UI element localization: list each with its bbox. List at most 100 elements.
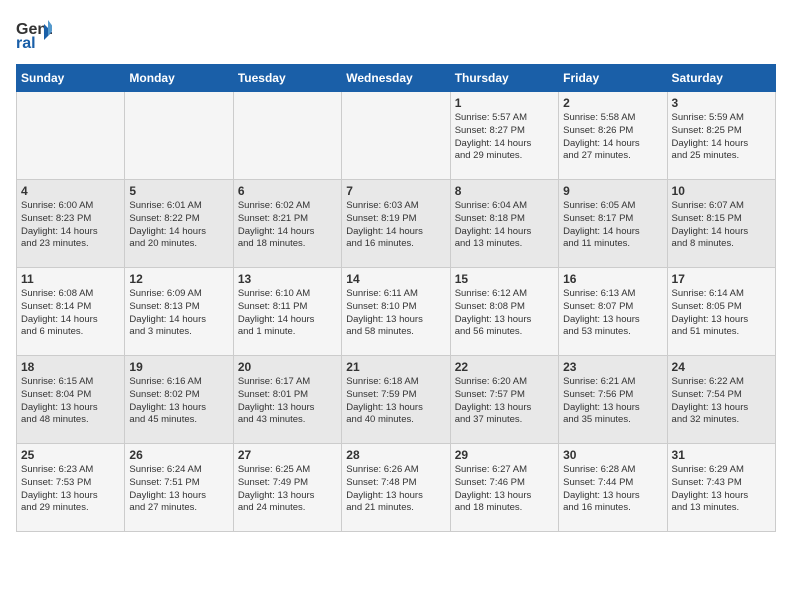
day-info: Sunrise: 5:59 AM Sunset: 8:25 PM Dayligh…: [672, 112, 771, 163]
calendar-cell: 9 Sunrise: 6:05 AM Sunset: 8:17 PM Daylig…: [559, 180, 667, 268]
day-number: 16: [563, 272, 662, 286]
day-info: Sunrise: 6:17 AM Sunset: 8:01 PM Dayligh…: [238, 376, 337, 427]
day-number: 22: [455, 360, 554, 374]
day-number: 12: [129, 272, 228, 286]
day-number: 30: [563, 448, 662, 462]
calendar-cell: 8 Sunrise: 6:04 AM Sunset: 8:18 PM Daylig…: [450, 180, 558, 268]
day-number: 17: [672, 272, 771, 286]
calendar-cell: 1 Sunrise: 5:57 AM Sunset: 8:27 PM Daylig…: [450, 92, 558, 180]
day-number: 21: [346, 360, 445, 374]
day-info: Sunrise: 6:09 AM Sunset: 8:13 PM Dayligh…: [129, 288, 228, 339]
calendar-cell: 4Sunrise: 6:00 AM Sunset: 8:23 PM Daylig…: [17, 180, 125, 268]
day-of-week-header: Thursday: [450, 65, 558, 92]
day-info: Sunrise: 5:58 AM Sunset: 8:26 PM Dayligh…: [563, 112, 662, 163]
logo-icon: Gene ral: [16, 16, 52, 52]
day-info: Sunrise: 6:12 AM Sunset: 8:08 PM Dayligh…: [455, 288, 554, 339]
day-info: Sunrise: 6:03 AM Sunset: 8:19 PM Dayligh…: [346, 200, 445, 251]
day-number: 31: [672, 448, 771, 462]
calendar-cell: 25 Sunrise: 6:23 AM Sunset: 7:53 PM Dayli…: [17, 444, 125, 532]
calendar-cell: 6 Sunrise: 6:02 AM Sunset: 8:21 PM Daylig…: [233, 180, 341, 268]
day-number: 10: [672, 184, 771, 198]
calendar-cell: 21Sunrise: 6:18 AM Sunset: 7:59 PM Dayli…: [342, 356, 450, 444]
day-info: Sunrise: 6:08 AM Sunset: 8:14 PM Dayligh…: [21, 288, 120, 339]
day-of-week-header: Saturday: [667, 65, 775, 92]
day-info: Sunrise: 6:22 AM Sunset: 7:54 PM Dayligh…: [672, 376, 771, 427]
day-number: 14: [346, 272, 445, 286]
day-info: Sunrise: 6:01 AM Sunset: 8:22 PM Dayligh…: [129, 200, 228, 251]
day-of-week-header: Friday: [559, 65, 667, 92]
calendar-cell: 23 Sunrise: 6:21 AM Sunset: 7:56 PM Dayli…: [559, 356, 667, 444]
day-number: 20: [238, 360, 337, 374]
day-info: Sunrise: 6:11 AM Sunset: 8:10 PM Dayligh…: [346, 288, 445, 339]
calendar-cell: [125, 92, 233, 180]
day-of-week-header: Sunday: [17, 65, 125, 92]
calendar-cell: [342, 92, 450, 180]
calendar-cell: 14 Sunrise: 6:11 AM Sunset: 8:10 PM Dayli…: [342, 268, 450, 356]
day-info: Sunrise: 6:20 AM Sunset: 7:57 PM Dayligh…: [455, 376, 554, 427]
day-info: Sunrise: 6:16 AM Sunset: 8:02 PM Dayligh…: [129, 376, 228, 427]
day-number: 9: [563, 184, 662, 198]
calendar-cell: [233, 92, 341, 180]
calendar-cell: 7 Sunrise: 6:03 AM Sunset: 8:19 PM Daylig…: [342, 180, 450, 268]
day-info: Sunrise: 6:14 AM Sunset: 8:05 PM Dayligh…: [672, 288, 771, 339]
calendar-cell: 26 Sunrise: 6:24 AM Sunset: 7:51 PM Dayli…: [125, 444, 233, 532]
day-number: 6: [238, 184, 337, 198]
day-info: Sunrise: 5:57 AM Sunset: 8:27 PM Dayligh…: [455, 112, 554, 163]
day-info: Sunrise: 6:27 AM Sunset: 7:46 PM Dayligh…: [455, 464, 554, 515]
svg-text:ral: ral: [16, 35, 36, 52]
calendar-cell: 24 Sunrise: 6:22 AM Sunset: 7:54 PM Dayli…: [667, 356, 775, 444]
day-number: 28: [346, 448, 445, 462]
day-info: Sunrise: 6:02 AM Sunset: 8:21 PM Dayligh…: [238, 200, 337, 251]
day-info: Sunrise: 6:04 AM Sunset: 8:18 PM Dayligh…: [455, 200, 554, 251]
day-of-week-header: Monday: [125, 65, 233, 92]
day-number: 18: [21, 360, 120, 374]
calendar-cell: 27Sunrise: 6:25 AM Sunset: 7:49 PM Dayli…: [233, 444, 341, 532]
calendar-cell: 30 Sunrise: 6:28 AM Sunset: 7:44 PM Dayli…: [559, 444, 667, 532]
calendar-cell: 16 Sunrise: 6:13 AM Sunset: 8:07 PM Dayli…: [559, 268, 667, 356]
day-info: Sunrise: 6:13 AM Sunset: 8:07 PM Dayligh…: [563, 288, 662, 339]
day-number: 4: [21, 184, 120, 198]
day-number: 27: [238, 448, 337, 462]
day-info: Sunrise: 6:24 AM Sunset: 7:51 PM Dayligh…: [129, 464, 228, 515]
day-number: 8: [455, 184, 554, 198]
day-info: Sunrise: 6:15 AM Sunset: 8:04 PM Dayligh…: [21, 376, 120, 427]
day-number: 7: [346, 184, 445, 198]
calendar-cell: 15 Sunrise: 6:12 AM Sunset: 8:08 PM Dayli…: [450, 268, 558, 356]
day-number: 23: [563, 360, 662, 374]
calendar-cell: 10 Sunrise: 6:07 AM Sunset: 8:15 PM Dayli…: [667, 180, 775, 268]
calendar-cell: 18 Sunrise: 6:15 AM Sunset: 8:04 PM Dayli…: [17, 356, 125, 444]
day-number: 11: [21, 272, 120, 286]
day-info: Sunrise: 6:05 AM Sunset: 8:17 PM Dayligh…: [563, 200, 662, 251]
day-info: Sunrise: 6:26 AM Sunset: 7:48 PM Dayligh…: [346, 464, 445, 515]
day-number: 24: [672, 360, 771, 374]
day-info: Sunrise: 6:21 AM Sunset: 7:56 PM Dayligh…: [563, 376, 662, 427]
header: Gene ral: [16, 16, 776, 52]
day-info: Sunrise: 6:23 AM Sunset: 7:53 PM Dayligh…: [21, 464, 120, 515]
day-of-week-header: Tuesday: [233, 65, 341, 92]
calendar-table: SundayMondayTuesdayWednesdayThursdayFrid…: [16, 64, 776, 532]
day-number: 13: [238, 272, 337, 286]
day-info: Sunrise: 6:28 AM Sunset: 7:44 PM Dayligh…: [563, 464, 662, 515]
day-number: 19: [129, 360, 228, 374]
calendar-cell: 20 Sunrise: 6:17 AM Sunset: 8:01 PM Dayli…: [233, 356, 341, 444]
day-number: 29: [455, 448, 554, 462]
calendar-cell: 22 Sunrise: 6:20 AM Sunset: 7:57 PM Dayli…: [450, 356, 558, 444]
day-number: 2: [563, 96, 662, 110]
calendar-cell: 19 Sunrise: 6:16 AM Sunset: 8:02 PM Dayli…: [125, 356, 233, 444]
day-info: Sunrise: 6:29 AM Sunset: 7:43 PM Dayligh…: [672, 464, 771, 515]
day-number: 26: [129, 448, 228, 462]
calendar-cell: 29 Sunrise: 6:27 AM Sunset: 7:46 PM Dayli…: [450, 444, 558, 532]
calendar-cell: 5Sunrise: 6:01 AM Sunset: 8:22 PM Daylig…: [125, 180, 233, 268]
day-info: Sunrise: 6:07 AM Sunset: 8:15 PM Dayligh…: [672, 200, 771, 251]
calendar-cell: 3 Sunrise: 5:59 AM Sunset: 8:25 PM Daylig…: [667, 92, 775, 180]
calendar-cell: 13Sunrise: 6:10 AM Sunset: 8:11 PM Dayli…: [233, 268, 341, 356]
calendar-cell: 11 Sunrise: 6:08 AM Sunset: 8:14 PM Dayli…: [17, 268, 125, 356]
calendar-cell: 2 Sunrise: 5:58 AM Sunset: 8:26 PM Daylig…: [559, 92, 667, 180]
calendar-cell: [17, 92, 125, 180]
day-number: 1: [455, 96, 554, 110]
calendar-cell: 12 Sunrise: 6:09 AM Sunset: 8:13 PM Dayli…: [125, 268, 233, 356]
day-number: 25: [21, 448, 120, 462]
day-number: 3: [672, 96, 771, 110]
day-number: 15: [455, 272, 554, 286]
day-of-week-header: Wednesday: [342, 65, 450, 92]
